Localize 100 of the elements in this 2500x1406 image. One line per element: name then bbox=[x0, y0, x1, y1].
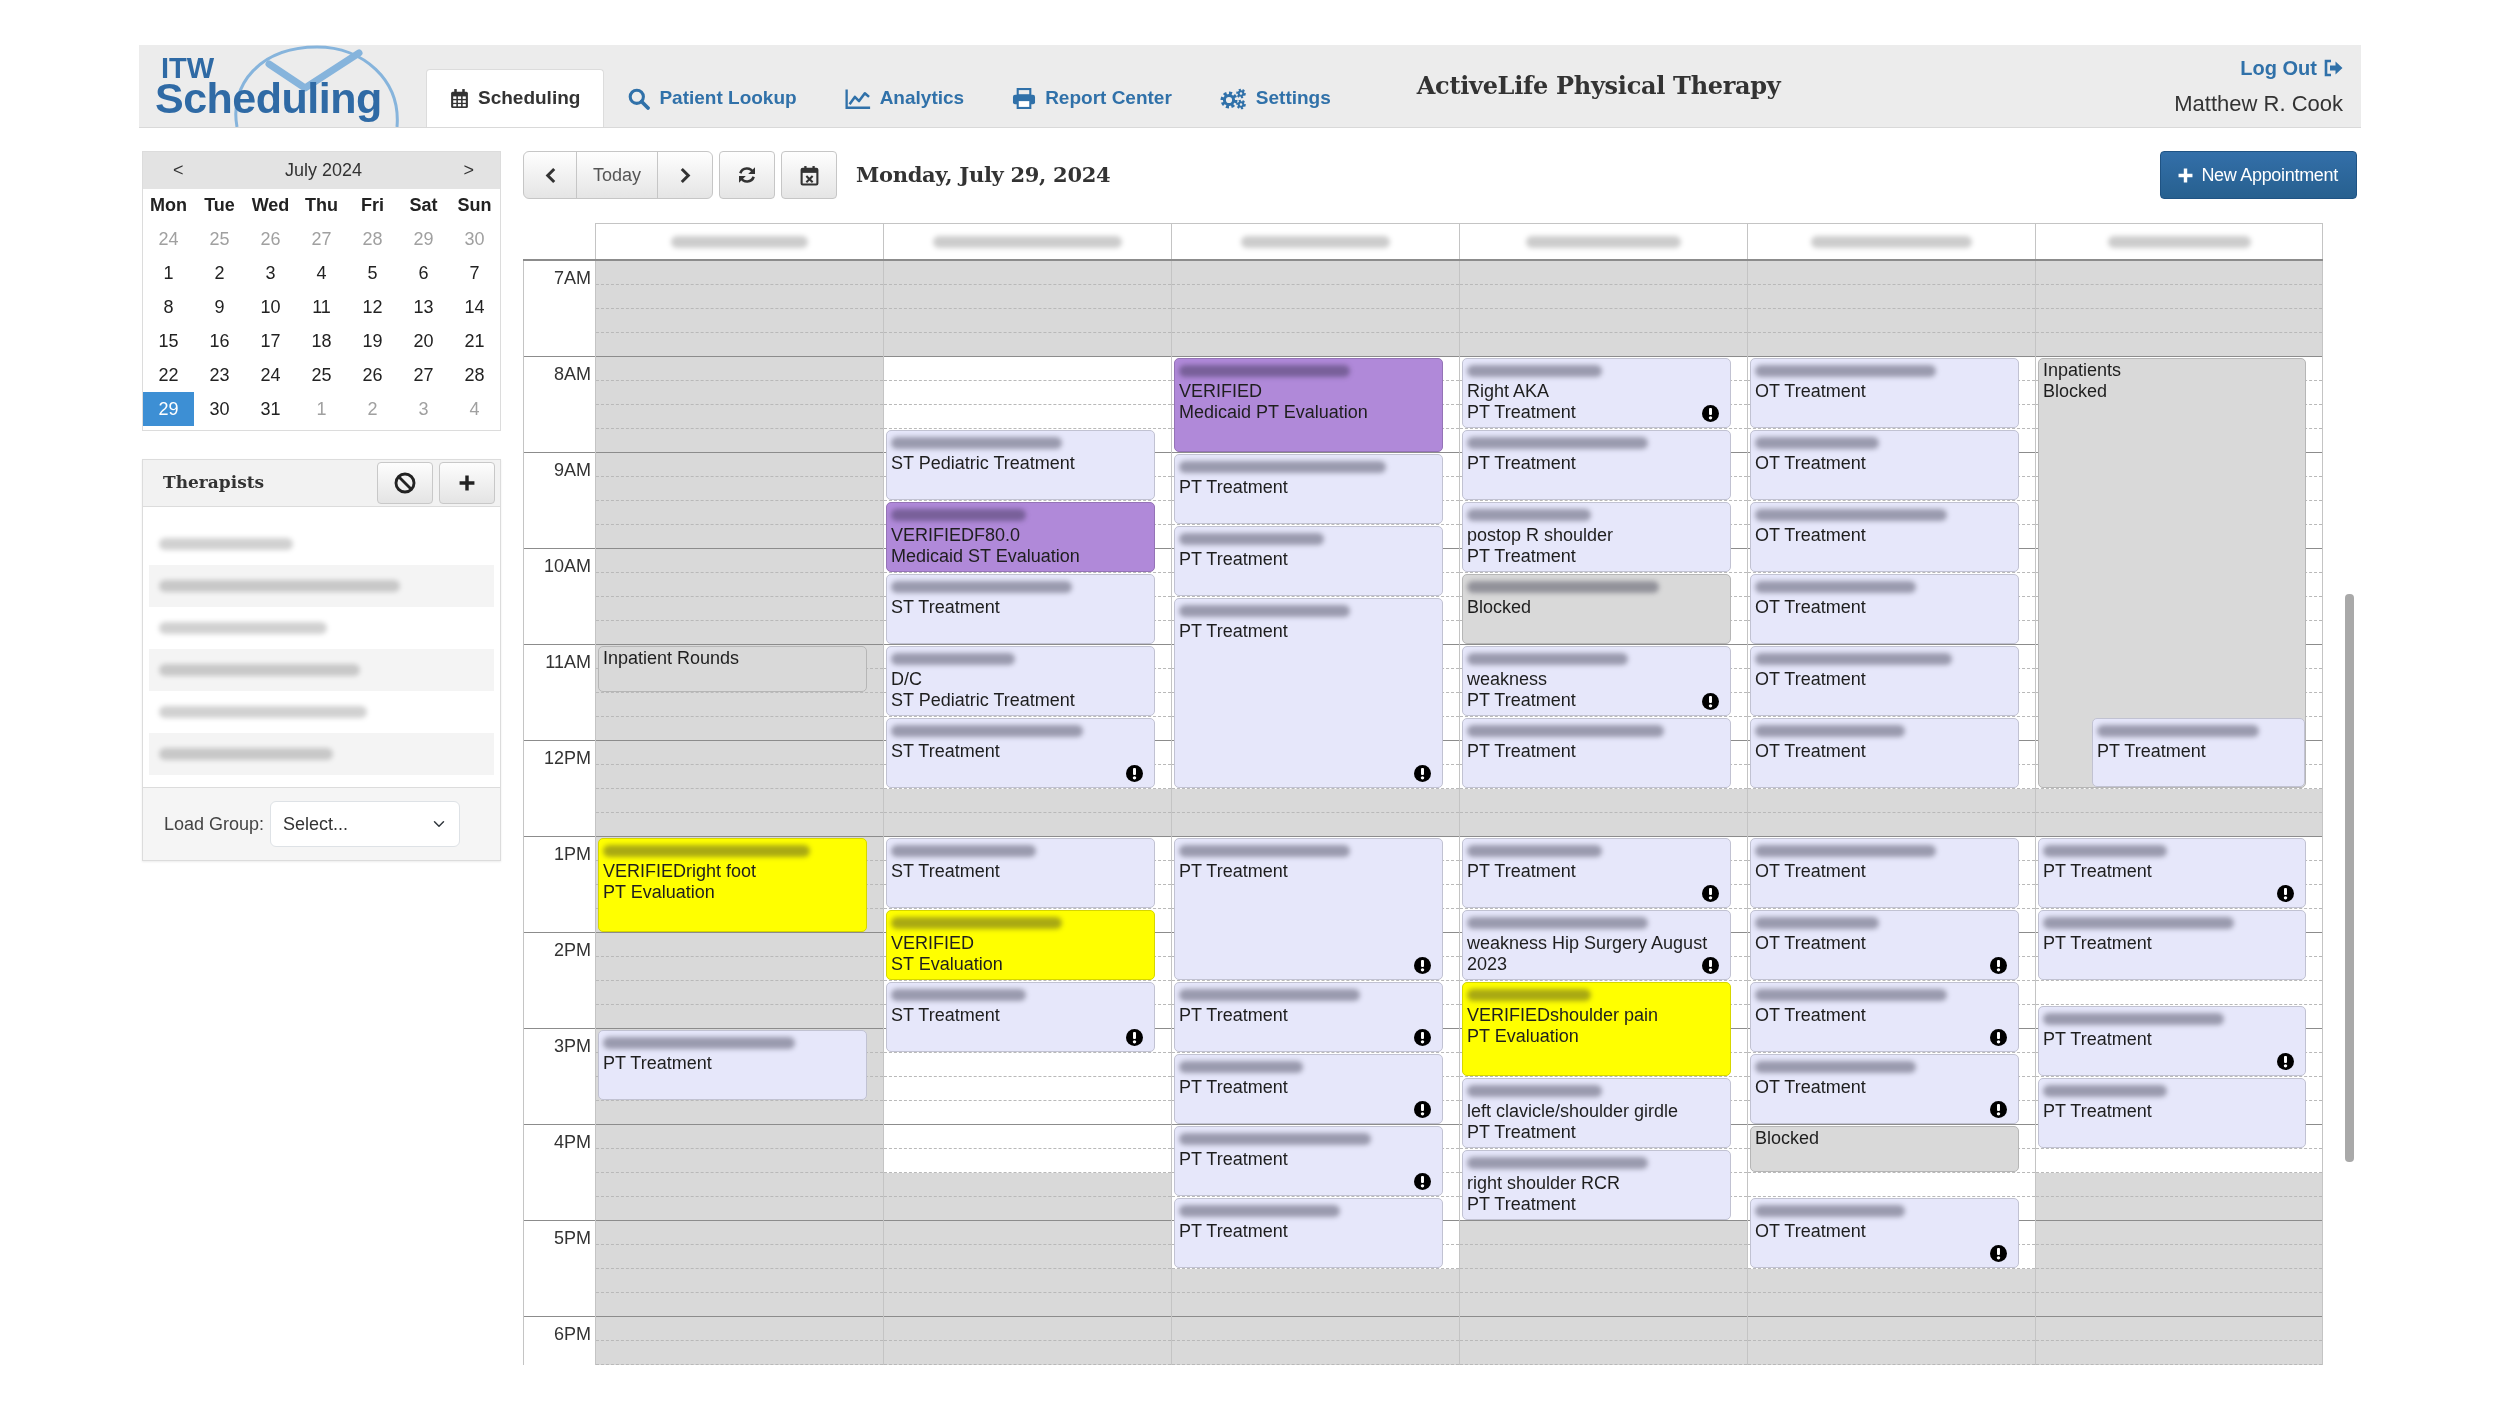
calendar-day[interactable]: 26 bbox=[347, 358, 398, 392]
appointment-card[interactable]: PT Treatment bbox=[1174, 1126, 1443, 1196]
appointment-card[interactable]: PT Treatment bbox=[1174, 1054, 1443, 1124]
calendar-day[interactable]: 25 bbox=[296, 358, 347, 392]
appointment-card[interactable]: right shoulder RCR PT Treatment bbox=[1462, 1150, 1731, 1220]
calendar-day[interactable]: 13 bbox=[398, 290, 449, 324]
appointment-card[interactable]: weakness PT Treatment bbox=[1462, 646, 1731, 716]
appointment-card[interactable]: OT Treatment bbox=[1750, 574, 2019, 644]
appointment-card[interactable]: OT Treatment bbox=[1750, 718, 2019, 788]
calendar-day[interactable]: 20 bbox=[398, 324, 449, 358]
calendar-day[interactable]: 5 bbox=[347, 256, 398, 290]
appointment-card[interactable]: left clavicle/shoulder girdle PT Treatment bbox=[1462, 1078, 1731, 1148]
appointment-card[interactable]: OT Treatment bbox=[1750, 982, 2019, 1052]
therapist-row[interactable] bbox=[149, 649, 494, 691]
appointment-card[interactable]: OT Treatment bbox=[1750, 358, 2019, 428]
appointment-card[interactable]: PT Treatment bbox=[2038, 910, 2306, 980]
calendar-day[interactable]: 4 bbox=[296, 256, 347, 290]
appointment-card[interactable]: PT Treatment bbox=[1174, 838, 1443, 980]
nav-tab[interactable]: Patient Lookup bbox=[604, 69, 821, 127]
appointment-card[interactable]: PT Treatment bbox=[2038, 838, 2306, 908]
appointment-card[interactable]: ST Treatment bbox=[886, 718, 1155, 788]
appointment-card[interactable]: PT Treatment bbox=[1462, 838, 1731, 908]
calendar-day[interactable]: 10 bbox=[245, 290, 296, 324]
appointment-card[interactable]: ST Treatment bbox=[886, 838, 1155, 908]
appointment-card[interactable]: ST Treatment bbox=[886, 574, 1155, 644]
appointment-card[interactable]: Right AKA PT Treatment bbox=[1462, 358, 1731, 428]
calendar-button[interactable] bbox=[781, 151, 838, 199]
nav-tab[interactable]: Analytics bbox=[820, 69, 989, 127]
ban-button[interactable] bbox=[377, 462, 433, 504]
appointment-card[interactable]: PT Treatment bbox=[1174, 526, 1443, 596]
scrollbar-thumb[interactable] bbox=[2345, 594, 2354, 1162]
calendar-day[interactable]: 2 bbox=[194, 256, 245, 290]
calendar-day[interactable]: 9 bbox=[194, 290, 245, 324]
today-button[interactable]: Today bbox=[576, 151, 659, 199]
calendar-day[interactable]: 27 bbox=[398, 358, 449, 392]
nav-tab[interactable]: Report Center bbox=[988, 69, 1196, 127]
appointment-card[interactable]: PT Treatment bbox=[1174, 982, 1443, 1052]
calendar-day[interactable]: 6 bbox=[398, 256, 449, 290]
calendar-day[interactable]: 8 bbox=[143, 290, 194, 324]
previous-day-button[interactable] bbox=[523, 151, 577, 199]
therapist-row[interactable] bbox=[149, 733, 494, 775]
logout-link[interactable]: Log Out bbox=[2240, 52, 2343, 83]
appointment-card[interactable]: postop R shoulder PT Treatment bbox=[1462, 502, 1731, 572]
calendar-day[interactable]: 17 bbox=[245, 324, 296, 358]
appointment-card[interactable]: PT Treatment bbox=[2038, 1078, 2306, 1148]
appointment-card[interactable]: VERIFIED ST Evaluation bbox=[886, 910, 1155, 980]
nav-tab[interactable]: Scheduling bbox=[426, 69, 605, 127]
appointment-card[interactable]: PT Treatment bbox=[2092, 718, 2305, 787]
appointment-card[interactable]: PT Treatment bbox=[1174, 598, 1443, 788]
appointment-card[interactable]: Inpatient Rounds bbox=[598, 646, 867, 692]
calendar-day[interactable]: 12 bbox=[347, 290, 398, 324]
appointment-card[interactable]: Blocked bbox=[1750, 1126, 2019, 1172]
appointment-card[interactable]: Inpatients Blocked PT Treatment bbox=[2038, 358, 2306, 788]
appointment-card[interactable]: VERIFIED Medicaid PT Evaluation bbox=[1174, 358, 1443, 452]
add-button[interactable] bbox=[439, 462, 495, 504]
appointment-card[interactable]: PT Treatment bbox=[1462, 430, 1731, 500]
calendar-day[interactable]: 30 bbox=[194, 392, 245, 426]
calendar-day[interactable]: 15 bbox=[143, 324, 194, 358]
calendar-day[interactable]: 19 bbox=[347, 324, 398, 358]
appointment-card[interactable]: PT Treatment bbox=[1462, 718, 1731, 788]
new-appointment-button[interactable]: New Appointment bbox=[2160, 151, 2357, 199]
calendar-day[interactable]: 3 bbox=[245, 256, 296, 290]
calendar-day[interactable]: 1 bbox=[143, 256, 194, 290]
load-group-select[interactable]: Select... bbox=[270, 801, 461, 847]
appointment-card[interactable]: Blocked bbox=[1462, 574, 1731, 644]
appointment-card[interactable]: PT Treatment bbox=[1174, 454, 1443, 524]
appointment-card[interactable]: VERIFIEDright foot PT Evaluation bbox=[598, 838, 867, 932]
prev-month-button[interactable]: < bbox=[165, 157, 192, 184]
calendar-day[interactable]: 11 bbox=[296, 290, 347, 324]
calendar-day[interactable]: 22 bbox=[143, 358, 194, 392]
appointment-card[interactable]: OT Treatment bbox=[1750, 1054, 2019, 1124]
next-month-button[interactable]: > bbox=[455, 157, 482, 184]
appointment-card[interactable]: OT Treatment bbox=[1750, 502, 2019, 572]
appointment-card[interactable]: VERIFIEDshoulder pain PT Evaluation bbox=[1462, 982, 1731, 1076]
calendar-day[interactable]: 31 bbox=[245, 392, 296, 426]
refresh-button[interactable] bbox=[719, 151, 776, 199]
calendar-day[interactable]: 21 bbox=[449, 324, 500, 358]
therapist-row[interactable] bbox=[149, 565, 494, 607]
appointment-card[interactable]: PT Treatment bbox=[2038, 1006, 2306, 1076]
calendar-day[interactable]: 24 bbox=[245, 358, 296, 392]
appointment-card[interactable]: OT Treatment bbox=[1750, 910, 2019, 980]
appointment-card[interactable]: ST Treatment bbox=[886, 982, 1155, 1052]
appointment-card[interactable]: OT Treatment bbox=[1750, 838, 2019, 908]
calendar-day[interactable]: 16 bbox=[194, 324, 245, 358]
appointment-card[interactable]: ST Pediatric Treatment bbox=[886, 430, 1155, 500]
appointment-card[interactable]: PT Treatment bbox=[598, 1030, 867, 1100]
calendar-day[interactable]: 7 bbox=[449, 256, 500, 290]
calendar-day[interactable]: 14 bbox=[449, 290, 500, 324]
calendar-day[interactable]: 18 bbox=[296, 324, 347, 358]
appointment-card[interactable]: weakness Hip Surgery August 2023 bbox=[1462, 910, 1731, 980]
appointment-card[interactable]: OT Treatment bbox=[1750, 646, 2019, 716]
appointment-card[interactable]: D/C ST Pediatric Treatment bbox=[886, 646, 1155, 716]
appointment-card[interactable]: PT Treatment bbox=[1174, 1198, 1443, 1268]
calendar-day[interactable]: 28 bbox=[449, 358, 500, 392]
appointment-card[interactable]: OT Treatment bbox=[1750, 430, 2019, 500]
appointment-card[interactable]: VERIFIEDF80.0 Medicaid ST Evaluation bbox=[886, 502, 1155, 572]
nav-tab[interactable]: Settings bbox=[1195, 69, 1355, 127]
appointment-card[interactable]: OT Treatment bbox=[1750, 1198, 2019, 1268]
next-day-button[interactable] bbox=[657, 151, 714, 199]
calendar-day[interactable]: 23 bbox=[194, 358, 245, 392]
